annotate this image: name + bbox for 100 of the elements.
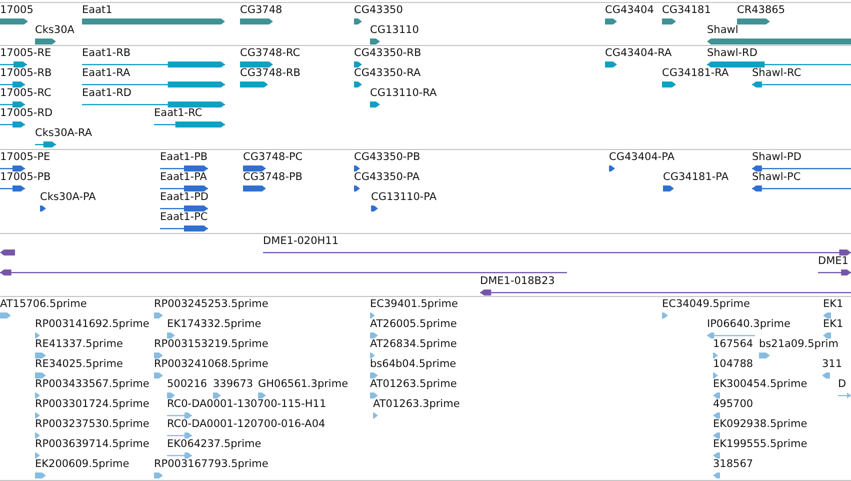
feature-label: CG13110-PA <box>371 191 437 204</box>
feature-label: Shawl-PC <box>752 171 801 184</box>
feature-label: EC34049.5prime <box>662 298 750 311</box>
feature-label: CG43350-RA <box>354 67 421 80</box>
feature-glyph[interactable] <box>0 18 28 25</box>
feature-label: GH06561.3prime <box>258 378 348 391</box>
feature-glyph[interactable] <box>662 18 676 25</box>
feature-label: RP003639714.5prime <box>35 438 150 451</box>
feature-label: EK064237.5prime <box>167 438 262 451</box>
feature-label: 495700 <box>713 398 754 411</box>
feature-glyph[interactable] <box>370 101 380 108</box>
feature-label: 167564 <box>713 338 754 351</box>
feature-label: EK174332.5prime <box>167 318 262 331</box>
feature-label: CG43404-RA <box>605 47 672 60</box>
feature-glyph[interactable] <box>0 269 567 276</box>
feature-glyph[interactable] <box>35 141 56 148</box>
feature-label: Shawl-RD <box>707 47 758 60</box>
feature-glyph[interactable] <box>160 205 208 212</box>
feature-glyph[interactable] <box>354 61 362 68</box>
feature-label: 311 <box>822 358 842 371</box>
feature-glyph[interactable] <box>240 61 273 68</box>
feature-glyph[interactable] <box>707 61 851 68</box>
feature-label: DME1-020H11 <box>263 235 339 248</box>
feature-glyph[interactable] <box>82 81 225 88</box>
feature-glyph[interactable] <box>243 165 266 172</box>
feature-label: CG43350-PB <box>354 151 420 164</box>
feature-label: Eaat1-RD <box>82 87 132 100</box>
feature-label: RP003433567.5prime <box>35 378 150 391</box>
feature-glyph[interactable] <box>662 81 676 88</box>
feature-glyph[interactable] <box>354 185 360 192</box>
feature-label: EK200609.5prime <box>35 458 130 471</box>
feature-label: 17005 <box>0 4 34 17</box>
feature-glyph[interactable] <box>752 185 851 192</box>
feature-label: Eaat1-PA <box>160 171 207 184</box>
feature-label: EK1 <box>823 298 844 311</box>
feature-label: Cks30A-RA <box>35 127 92 140</box>
feature-glyph[interactable] <box>818 269 851 276</box>
feature-glyph[interactable] <box>737 18 770 25</box>
feature-label: AT01263.3prime <box>373 398 460 411</box>
feature-glyph[interactable] <box>354 18 362 25</box>
feature-label: CG13110-RA <box>370 87 437 100</box>
feature-glyph[interactable] <box>752 81 851 88</box>
feature-label: 318567 <box>713 458 754 471</box>
feature-glyph[interactable] <box>35 38 56 45</box>
feature-glyph[interactable] <box>370 38 380 45</box>
feature-glyph[interactable] <box>480 289 851 296</box>
feature-label: EK300454.5prime <box>713 378 808 391</box>
feature-label: Shawl <box>707 24 738 37</box>
feature-glyph[interactable] <box>0 101 25 108</box>
feature-glyph[interactable] <box>0 165 25 172</box>
feature-label: Eaat1-PB <box>160 151 208 164</box>
feature-glyph[interactable] <box>0 61 27 68</box>
feature-glyph[interactable] <box>240 81 268 88</box>
feature-label: AT26834.5prime <box>370 338 457 351</box>
feature-label: 104788 <box>713 358 754 371</box>
feature-glyph[interactable] <box>0 121 25 128</box>
feature-glyph[interactable] <box>752 165 851 172</box>
feature-label: EC39401.5prime <box>370 298 458 311</box>
feature-glyph[interactable] <box>0 249 15 256</box>
feature-label: CR43865 <box>737 4 786 17</box>
feature-label: CG3748 <box>240 4 282 17</box>
feature-glyph[interactable] <box>82 61 225 68</box>
feature-glyph[interactable] <box>160 185 208 192</box>
feature-glyph[interactable] <box>0 185 25 192</box>
feature-glyph[interactable] <box>240 18 273 25</box>
feature-glyph[interactable] <box>263 249 851 256</box>
feature-label: CG43350-RB <box>354 47 422 60</box>
feature-label: CG34181 <box>662 4 711 17</box>
feature-glyph[interactable] <box>609 165 615 172</box>
feature-glyph[interactable] <box>40 205 46 212</box>
feature-label: Shawl-RC <box>752 67 802 80</box>
feature-glyph[interactable] <box>605 18 617 25</box>
feature-label: bs21a09.5prim <box>759 338 838 351</box>
feature-label: Eaat1-PD <box>160 191 209 204</box>
feature-label: EK1 <box>823 318 844 331</box>
feature-label: DME1 <box>818 255 848 268</box>
feature-glyph[interactable] <box>371 205 378 212</box>
feature-glyph[interactable] <box>663 185 674 192</box>
feature-glyph[interactable] <box>707 38 851 45</box>
feature-glyph[interactable] <box>160 225 208 232</box>
feature-glyph[interactable] <box>160 165 208 172</box>
feature-glyph[interactable] <box>82 101 225 108</box>
feature-glyph[interactable] <box>82 18 225 25</box>
feature-label: Shawl-PD <box>752 151 802 164</box>
feature-label: 17005-RC <box>0 87 52 100</box>
feature-glyph[interactable] <box>605 61 617 68</box>
feature-glyph[interactable] <box>0 81 25 88</box>
feature-label: Eaat1-RC <box>154 107 202 120</box>
feature-glyph[interactable] <box>354 165 360 172</box>
feature-label: AT26005.5prime <box>370 318 457 331</box>
feature-label: RE34025.5prime <box>35 358 123 371</box>
feature-label: Cks30A <box>35 24 74 37</box>
feature-label: CG43404 <box>605 4 654 17</box>
feature-label: EK092938.5prime <box>713 418 808 431</box>
feature-label: CG3748-RB <box>240 67 300 80</box>
feature-glyph[interactable] <box>243 185 266 192</box>
feature-glyph[interactable] <box>154 121 225 128</box>
feature-label: AT15706.5prime <box>0 298 87 311</box>
feature-glyph[interactable] <box>354 81 362 88</box>
feature-label: RC0-DA0001-130700-115-H11 <box>167 398 326 411</box>
